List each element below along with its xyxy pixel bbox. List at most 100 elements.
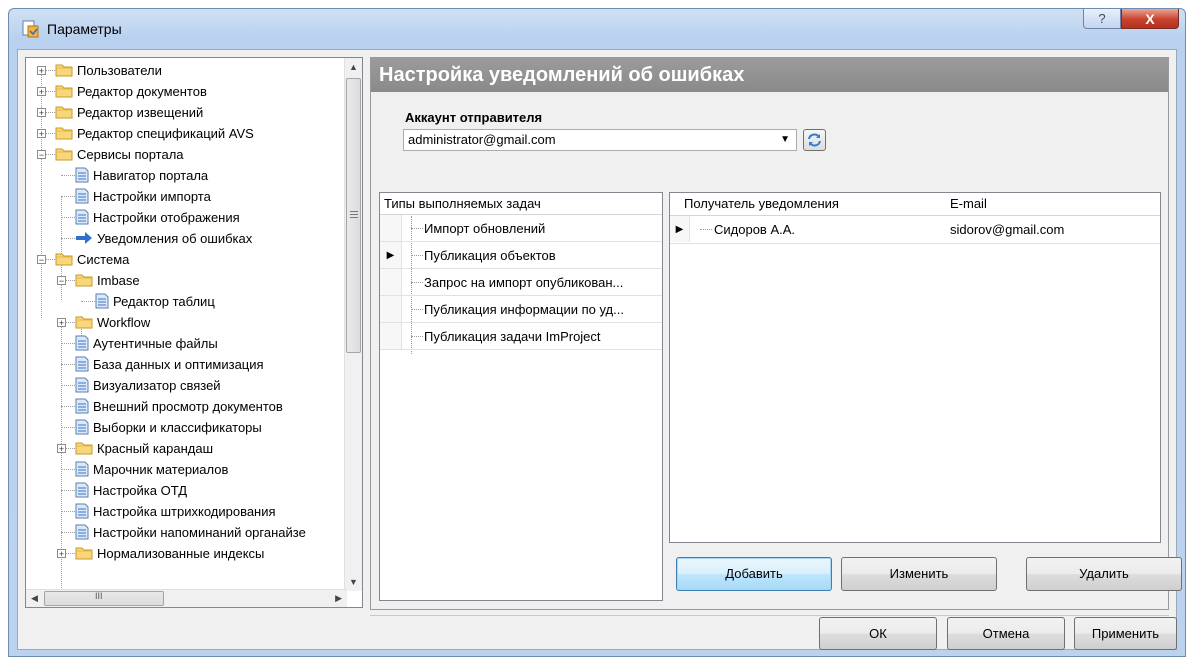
- tree-item-materials-catalog[interactable]: Марочник материалов: [75, 459, 228, 480]
- row-selector[interactable]: [380, 215, 402, 241]
- scroll-left-icon[interactable]: ◀: [31, 593, 38, 604]
- title-bar[interactable]: Параметры ? X: [9, 9, 1185, 49]
- expand-icon[interactable]: +: [37, 129, 46, 139]
- tree-item-label: Настройка ОТД: [93, 483, 188, 498]
- tree-item-folder-users[interactable]: Пользователи: [55, 60, 162, 81]
- chevron-down-icon[interactable]: ▼: [780, 130, 790, 150]
- tree-item-import-settings[interactable]: Настройки импорта: [75, 186, 211, 207]
- collapse-icon[interactable]: −: [57, 276, 66, 286]
- recipient-email: sidorov@gmail.com: [950, 222, 1065, 237]
- tree-item-folder-normalized-indexes[interactable]: Нормализованные индексы: [75, 543, 264, 564]
- tree-hscroll-thumb[interactable]: III: [44, 591, 164, 606]
- task-row[interactable]: Импорт обновлений: [380, 215, 662, 242]
- close-button[interactable]: X: [1121, 9, 1179, 29]
- recipient-column-header[interactable]: Получатель уведомления: [684, 193, 839, 215]
- email-column-header[interactable]: E-mail: [950, 193, 987, 215]
- sender-account-select[interactable]: administrator@gmail.com ▼: [403, 129, 797, 151]
- delete-button[interactable]: Удалить: [1026, 557, 1182, 591]
- tree-guide: [61, 385, 75, 386]
- app-icon: [22, 20, 39, 38]
- expand-icon[interactable]: +: [37, 108, 46, 118]
- folder-icon: [75, 441, 93, 456]
- scroll-down-icon[interactable]: ▼: [349, 577, 358, 587]
- expand-icon[interactable]: +: [57, 318, 66, 328]
- row-selector[interactable]: [380, 269, 402, 295]
- tree-item-folder-doc-editor[interactable]: Редактор документов: [55, 81, 207, 102]
- apply-button[interactable]: Применить: [1074, 617, 1177, 650]
- tree-vertical-scrollbar[interactable]: ▲ ▼: [344, 58, 362, 591]
- tree-scroll-thumb[interactable]: [346, 78, 361, 353]
- row-selector[interactable]: [380, 296, 402, 322]
- recipients-grid[interactable]: Получатель уведомления E-mail ▶ Сидоров …: [669, 192, 1161, 543]
- tree-item-external-doc-viewer[interactable]: Внешний просмотр документов: [75, 396, 283, 417]
- row-selector[interactable]: ▶: [380, 242, 402, 268]
- recipient-row[interactable]: ▶ Сидоров А.А. sidorov@gmail.com: [670, 216, 1160, 244]
- collapse-icon[interactable]: −: [37, 150, 46, 160]
- row-selector[interactable]: [380, 323, 402, 349]
- refresh-button[interactable]: [803, 129, 826, 151]
- tree-item-label: Пользователи: [77, 63, 162, 78]
- task-types-grid[interactable]: Типы выполняемых задач Импорт обновлений…: [379, 192, 663, 601]
- task-name: Публикация задачи ImProject: [424, 329, 601, 344]
- tree-item-table-editor[interactable]: Редактор таблиц: [95, 291, 215, 312]
- ok-button[interactable]: ОК: [819, 617, 937, 650]
- scroll-right-icon[interactable]: ▶: [335, 593, 342, 604]
- tree-item-folder-workflow[interactable]: Workflow: [75, 312, 150, 333]
- error-notifications-panel: Настройка уведомлений об ошибках Аккаунт…: [370, 57, 1182, 610]
- document-icon: [75, 356, 89, 372]
- collapse-icon[interactable]: −: [37, 255, 46, 265]
- tree-item-portal-navigator[interactable]: Навигатор портала: [75, 165, 208, 186]
- tree-item-folder-red-pencil[interactable]: Красный карандаш: [75, 438, 213, 459]
- task-types-header: Типы выполняемых задач: [380, 193, 662, 215]
- expand-icon[interactable]: +: [57, 444, 66, 454]
- tree-item-display-settings[interactable]: Настройки отображения: [75, 207, 240, 228]
- tree-item-label: Навигатор портала: [93, 168, 209, 183]
- document-icon: [75, 167, 89, 183]
- task-name: Публикация объектов: [424, 248, 556, 263]
- tree-guide: [61, 343, 75, 344]
- tree-item-folder-system[interactable]: Система: [55, 249, 129, 270]
- cancel-button[interactable]: Отмена: [947, 617, 1065, 650]
- tree-item-error-notifications[interactable]: Уведомления об ошибках: [75, 228, 252, 249]
- tree-item-label: Workflow: [97, 315, 151, 330]
- tree-item-label: Imbase: [97, 273, 140, 288]
- tree-item-folder-avs-spec-editor[interactable]: Редактор спецификаций AVS: [55, 123, 254, 144]
- expand-icon[interactable]: +: [37, 87, 46, 97]
- tree-item-label: Редактор таблиц: [113, 294, 215, 309]
- task-row[interactable]: ▶ Публикация объектов: [380, 242, 662, 269]
- hscroll-grip: III: [95, 591, 103, 601]
- folder-icon: [55, 105, 73, 120]
- tree-item-folder-imbase[interactable]: Imbase: [75, 270, 140, 291]
- tree-item-label: Сервисы портала: [77, 147, 184, 162]
- task-row[interactable]: Публикация информации по уд...: [380, 296, 662, 323]
- tree-guide: [61, 490, 75, 491]
- tree-item-otd-settings[interactable]: Настройка ОТД: [75, 480, 187, 501]
- tree-item-barcode-settings[interactable]: Настройка штрихкодирования: [75, 501, 276, 522]
- document-icon: [75, 209, 89, 225]
- settings-tree[interactable]: Пользователи + Редактор документов + Редакто…: [25, 57, 363, 608]
- tree-item-folder-notice-editor[interactable]: Редактор извещений: [55, 102, 203, 123]
- window-title: Параметры: [47, 21, 122, 37]
- tree-item-label: Редактор извещений: [77, 105, 204, 120]
- tree-item-label: Нормализованные индексы: [97, 546, 265, 561]
- tree-item-link-visualizer[interactable]: Визуализатор связей: [75, 375, 221, 396]
- tree-item-organizer-reminders[interactable]: Настройки напоминаний органайзе: [75, 522, 306, 543]
- task-name: Импорт обновлений: [424, 221, 546, 236]
- help-button[interactable]: ?: [1083, 9, 1121, 29]
- expand-icon[interactable]: +: [57, 549, 66, 559]
- parameters-window: Параметры ? X Пользователи + Редактор доку…: [8, 8, 1186, 657]
- tree-horizontal-scrollbar[interactable]: ◀ III ▶: [26, 589, 347, 607]
- panel-title: Настройка уведомлений об ошибках: [371, 58, 1168, 92]
- task-row[interactable]: Запрос на импорт опубликован...: [380, 269, 662, 296]
- row-selector[interactable]: ▶: [670, 216, 690, 242]
- tree-item-selections-classifiers[interactable]: Выборки и классификаторы: [75, 417, 262, 438]
- expand-icon[interactable]: +: [37, 66, 46, 76]
- tree-item-authentic-files[interactable]: Аутентичные файлы: [75, 333, 218, 354]
- folder-icon: [55, 63, 73, 78]
- add-button[interactable]: Добавить: [676, 557, 832, 591]
- tree-item-folder-portal-services[interactable]: Сервисы портала: [55, 144, 184, 165]
- tree-item-database-optimization[interactable]: База данных и оптимизация: [75, 354, 264, 375]
- task-row[interactable]: Публикация задачи ImProject: [380, 323, 662, 350]
- scroll-up-icon[interactable]: ▲: [349, 62, 358, 72]
- edit-button[interactable]: Изменить: [841, 557, 997, 591]
